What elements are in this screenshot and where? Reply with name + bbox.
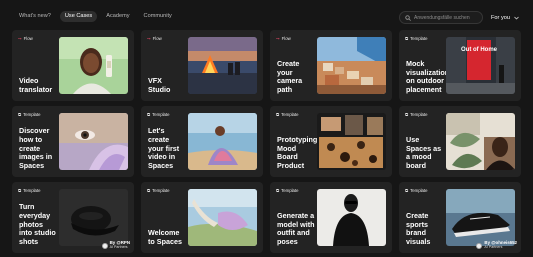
card-badge: ⤳ Flow — [18, 36, 33, 41]
flow-icon: ⤳ — [147, 36, 151, 41]
card-badge: ⧉ Template — [18, 188, 41, 193]
use-case-card[interactable]: ⧉ Template Generate a model with outfit a… — [270, 182, 392, 253]
for-you-label: For you — [491, 14, 510, 21]
use-case-card[interactable]: ⧉ Template Let's create your first video … — [141, 106, 263, 177]
card-title: Let's create your first video in Spaces — [148, 126, 180, 171]
tab-academy[interactable]: Academy — [101, 11, 134, 23]
billboard-text: Out of Home — [461, 47, 498, 53]
search-input[interactable] — [414, 14, 480, 21]
use-case-card[interactable]: ⧉ Template Mock visualization on outdoor … — [399, 30, 521, 101]
card-badge: ⤳ Flow — [147, 36, 162, 41]
card-title: Video translator — [19, 76, 53, 95]
card-title: Welcome to Spaces — [148, 228, 182, 247]
card-title: Mock visualization on outdoor placement — [406, 58, 450, 95]
card-title: VFX Studio — [148, 76, 171, 95]
use-case-card[interactable]: ⤳ Flow Video translator — [12, 30, 134, 101]
use-case-card[interactable]: ⧉ Template Use Spaces as a mood board — [399, 106, 521, 177]
card-thumbnail — [317, 37, 386, 94]
card-title: Create your camera path — [277, 58, 303, 95]
search-icon — [405, 14, 411, 21]
creator-credit: By @RPN AI Partners — [101, 240, 130, 250]
card-thumbnail — [317, 189, 386, 246]
card-title: Discover how to create images in Spaces — [19, 126, 53, 171]
avatar — [476, 242, 483, 249]
template-icon: ⧉ — [405, 112, 409, 117]
template-icon: ⧉ — [276, 188, 280, 193]
card-thumbnail — [446, 113, 515, 170]
card-title: Generate a model with outfit and poses — [277, 210, 315, 247]
card-badge: ⧉ Template — [147, 112, 170, 117]
card-thumbnail — [188, 37, 257, 94]
use-case-card[interactable]: ⧉ Template Turn everyday photos into stud… — [12, 182, 134, 253]
card-thumbnail — [59, 113, 128, 170]
tab-whats-new[interactable]: What's new? — [14, 11, 56, 23]
card-thumbnail: Out of Home — [446, 37, 515, 94]
card-badge: ⧉ Template — [405, 112, 428, 117]
top-bar: What's new? Use Cases Academy Community … — [0, 0, 533, 32]
card-title: Create sports brand visuals — [406, 210, 431, 247]
template-icon: ⧉ — [147, 188, 151, 193]
card-badge: ⧉ Template — [405, 188, 428, 193]
template-icon: ⧉ — [18, 188, 22, 193]
template-icon: ⧉ — [147, 112, 151, 117]
card-thumbnail — [188, 113, 257, 170]
use-case-card[interactable]: ⤳ Flow Create your camera path — [270, 30, 392, 101]
avatar — [101, 242, 108, 249]
tab-community[interactable]: Community — [139, 11, 177, 23]
card-thumbnail — [188, 189, 257, 246]
use-case-card[interactable]: ⧉ Template Create sports brand visuals By… — [399, 182, 521, 253]
card-title: Turn everyday photos into studio shots — [19, 202, 56, 247]
credit-role: AI Partners — [109, 245, 128, 250]
for-you-dropdown[interactable]: For you — [487, 11, 523, 24]
tab-bar: What's new? Use Cases Academy Community — [14, 10, 177, 23]
use-case-card[interactable]: ⧉ Template Prototyping Mood Board Product — [270, 106, 392, 177]
chevron-down-icon — [514, 16, 519, 20]
card-badge: ⧉ Template — [276, 188, 299, 193]
template-icon: ⧉ — [405, 36, 409, 41]
card-badge: ⧉ Template — [276, 112, 299, 117]
card-badge: ⧉ Template — [18, 112, 41, 117]
template-icon: ⧉ — [405, 188, 409, 193]
flow-icon: ⤳ — [276, 36, 280, 41]
card-thumbnail — [317, 113, 386, 170]
use-case-card[interactable]: ⧉ Template Discover how to create images … — [12, 106, 134, 177]
card-title: Prototyping Mood Board Product — [277, 134, 318, 171]
card-title: Use Spaces as a mood board — [406, 134, 442, 171]
tab-use-cases[interactable]: Use Cases — [59, 10, 98, 23]
template-icon: ⧉ — [276, 112, 280, 117]
template-icon: ⧉ — [18, 112, 22, 117]
use-case-card[interactable]: ⤳ Flow VFX Studio — [141, 30, 263, 101]
card-badge: ⤳ Flow — [276, 36, 291, 41]
card-badge: ⧉ Template — [147, 188, 170, 193]
search-box[interactable] — [399, 11, 483, 24]
use-case-grid: ⤳ Flow Video translator ⤳ Flow VFX Studio — [12, 30, 524, 253]
card-thumbnail — [446, 189, 515, 246]
credit-role: AI Partners — [484, 245, 503, 250]
creator-credit: By @ohneis652 AI Partners — [476, 240, 517, 250]
flow-icon: ⤳ — [18, 36, 22, 41]
use-case-card[interactable]: ⧉ Template Welcome to Spaces — [141, 182, 263, 253]
card-thumbnail — [59, 37, 128, 94]
card-thumbnail — [59, 189, 128, 246]
card-badge: ⧉ Template — [405, 36, 428, 41]
